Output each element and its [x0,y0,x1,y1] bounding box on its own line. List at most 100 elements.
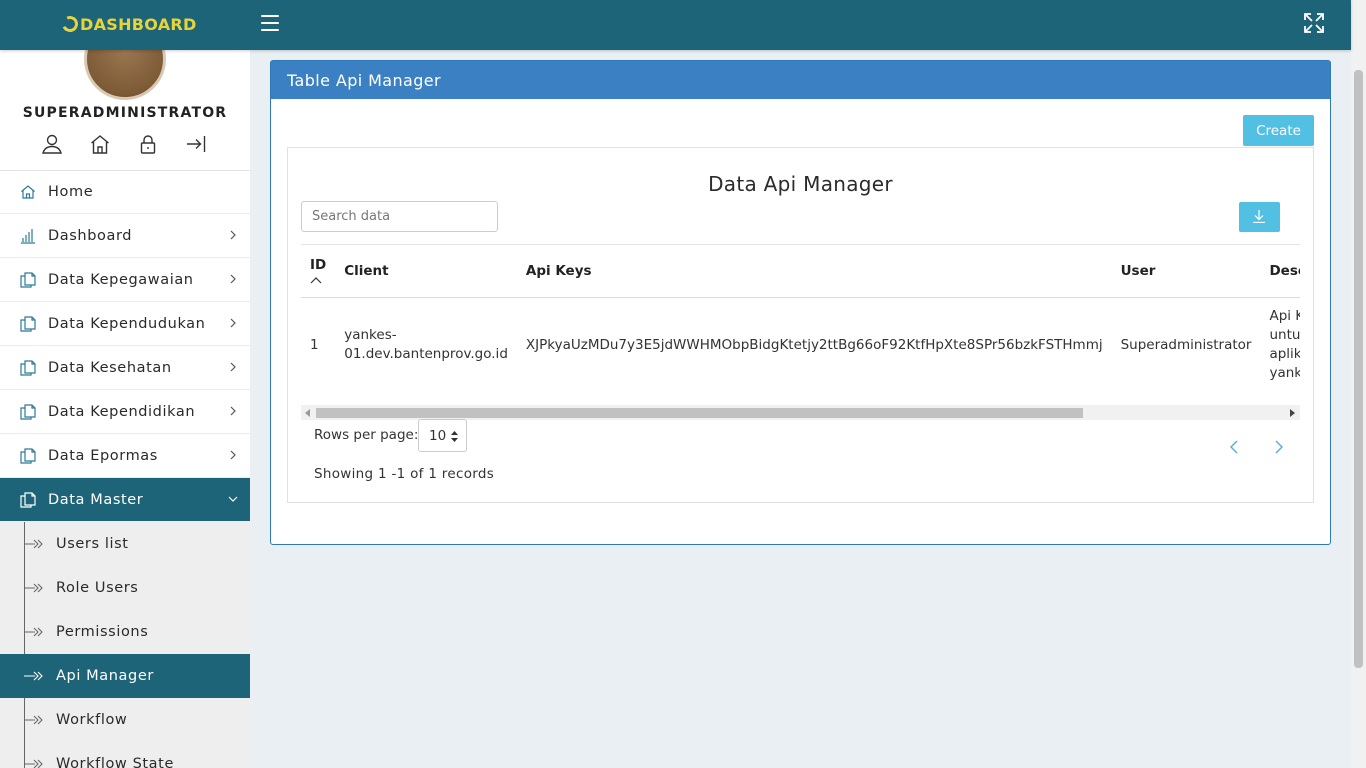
bar-chart-icon [21,228,35,244]
copy-icon [20,403,36,420]
sidebar-item-data-kesehatan[interactable]: Data Kesehatan [0,346,250,390]
chevron-right-icon [230,230,236,240]
brand-logo[interactable]: DASHBOARD [59,13,197,35]
home-icon [21,184,35,199]
copy-icon [20,447,36,464]
cell-description-line: yankes [1269,364,1300,381]
sidebar-item-home[interactable]: Home [0,170,250,214]
card-title: Table Api Manager [271,61,1330,99]
avatar[interactable] [84,50,166,100]
table-row[interactable]: 1 yankes- 01.dev.bantenprov.go.id XJPkya… [301,297,1300,392]
column-header-description[interactable]: Description [1260,245,1300,298]
sidebar-item-data-kepegawaian[interactable]: Data Kepegawaian [0,258,250,302]
sidebar-item-label: Home [48,183,94,200]
sidebar-item-label: Data Kepegawaian [48,271,194,288]
records-summary: Showing 1 -1 of 1 records [314,466,495,482]
submenu-data-master: Users list Role Users Permissions Api Ma… [0,522,250,768]
page-scrollbar[interactable] [1351,0,1366,768]
double-chevron-right-icon [24,583,43,593]
sidebar-item-label: Data Kependudukan [48,315,206,332]
create-button[interactable]: Create [1243,115,1314,146]
rows-per-page-value: 10 [429,428,447,444]
top-navbar: DASHBOARD [0,0,1351,50]
cell-description-line: aplikasi [1269,345,1300,362]
column-header-user[interactable]: User [1111,245,1261,298]
sidebar-item-data-master[interactable]: Data Master [0,478,250,522]
submenu-item-api-manager[interactable]: Api Manager [0,654,250,698]
logo-icon [59,13,81,35]
copy-icon [20,359,36,376]
double-chevron-right-icon [24,627,43,637]
double-chevron-right-icon [24,715,43,725]
next-page-icon[interactable] [1271,440,1285,454]
submenu-item-label: Workflow [56,712,128,728]
lock-icon[interactable] [137,133,159,155]
submenu-item-permissions[interactable]: Permissions [0,610,250,654]
column-header-label: ID [310,257,327,274]
sidebar-item-data-kependidikan[interactable]: Data Kependidikan [0,390,250,434]
cell-client-line: yankes- [344,326,397,343]
scrollbar-thumb[interactable] [316,408,1083,418]
column-header-api-keys[interactable]: Api Keys [516,245,1112,298]
submenu-item-users-list[interactable]: Users list [0,522,250,566]
cell-description-line: untuk [1269,326,1300,343]
api-manager-card: Table Api Manager Create Data Api Manage… [270,60,1331,545]
sidebar-item-data-kependudukan[interactable]: Data Kependudukan [0,302,250,346]
cell-user: Superadministrator [1120,336,1252,353]
copy-icon [20,491,36,508]
chevron-right-icon [230,318,236,328]
cell-api-key: XJPkyaUzMDu7y3E5jdWWHMObpBidgKtetjy2ttBg… [525,336,1103,353]
submenu-item-role-users[interactable]: Role Users [0,566,250,610]
submenu-item-label: Users list [56,536,129,552]
submenu-item-label: Workflow State [56,756,174,768]
cell-description: Api Keys untuk aplikasi yankes [1260,297,1300,392]
chevron-right-icon [230,450,236,460]
table-header-row: ID Client Api Keys User Description [301,245,1300,298]
logout-icon[interactable] [185,133,207,155]
cell-id: 1 [310,336,319,353]
chevron-down-icon [228,496,238,502]
submenu-item-label: Role Users [56,580,139,596]
select-caret-icon [451,431,458,442]
table-title: Data Api Manager [708,172,893,196]
sidebar: SUPERADMINISTRATOR Home Dashboard Data K… [0,50,250,768]
column-header-id[interactable]: ID [301,245,336,298]
fullscreen-icon[interactable] [1302,11,1326,35]
column-header-client[interactable]: Client [335,245,517,298]
submenu-item-workflow[interactable]: Workflow [0,698,250,742]
sidebar-item-label: Data Epormas [48,447,158,464]
copy-icon [20,315,36,332]
sidebar-item-dashboard[interactable]: Dashboard [0,214,250,258]
sidebar-item-label: Data Kesehatan [48,359,172,376]
data-table-panel: Data Api Manager ID Client Api Keys User… [287,147,1314,503]
sidebar-username: SUPERADMINISTRATOR [22,105,228,121]
rows-per-page-label: Rows per page: [314,427,419,443]
double-chevron-right-icon [24,671,43,681]
sidebar-nav: Home Dashboard Data Kepegawaian Data Kep… [0,170,250,768]
home-icon[interactable] [89,133,111,155]
horizontal-scrollbar[interactable] [301,405,1300,420]
sidebar-item-label: Data Kependidikan [48,403,196,420]
previous-page-icon[interactable] [1228,440,1242,454]
search-input[interactable] [301,201,498,232]
scrollbar-thumb[interactable] [1354,70,1363,668]
scroll-right-arrow-icon[interactable] [1290,409,1295,417]
chevron-right-icon [230,406,236,416]
rows-per-page-select[interactable]: 10 [418,419,467,452]
download-button[interactable] [1239,202,1280,232]
user-actions [41,133,207,155]
copy-icon [20,271,36,288]
chevron-right-icon [230,274,236,284]
sidebar-item-label: Dashboard [48,227,133,244]
cell-description-line: Api Keys [1269,307,1300,324]
sort-ascending-icon[interactable] [310,276,322,284]
hamburger-menu-icon[interactable] [261,15,279,31]
sidebar-item-data-epormas[interactable]: Data Epormas [0,434,250,478]
download-icon [1253,210,1265,223]
cell-client: yankes- 01.dev.bantenprov.go.id [335,297,517,392]
submenu-item-workflow-state[interactable]: Workflow State [0,742,250,768]
scroll-left-arrow-icon[interactable] [305,409,310,417]
user-icon[interactable] [41,133,63,155]
api-table: ID Client Api Keys User Description 1 ya… [301,245,1300,392]
double-chevron-right-icon [24,539,43,549]
